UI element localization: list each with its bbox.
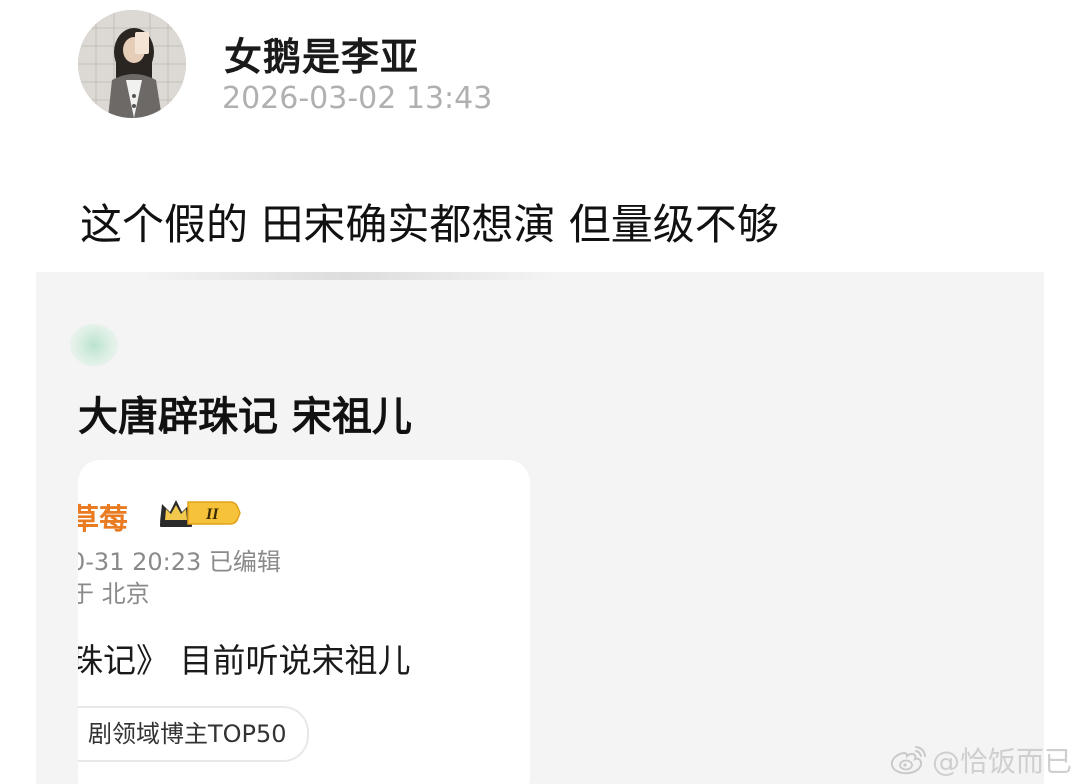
post-timestamp: 2026-03-02 13:43 (222, 81, 493, 116)
quoted-author-name[interactable]: 草莓 (78, 496, 128, 538)
crown-badge-icon: II (160, 500, 241, 527)
weibo-icon (890, 746, 926, 775)
avatar[interactable] (78, 10, 186, 118)
quoted-post-location: 于 北京 (78, 580, 150, 608)
blogger-rank-tag[interactable]: 剧领域博主TOP50 (78, 706, 309, 762)
weibo-post-screen: 女鹅是李亚 2026-03-02 13:43 这个假的 田宋确实都想演 但量级不… (0, 0, 1080, 784)
blurred-green-icon (70, 324, 118, 366)
username[interactable]: 女鹅是李亚 (224, 26, 419, 81)
embedded-screenshot[interactable]: 大唐辟珠记 宋祖儿 草莓 II 0-31 20:23 已编辑 于 北京 珠记》 … (36, 272, 1044, 784)
blurred-divider (136, 272, 556, 280)
quoted-post-meta: 0-31 20:23 已编辑 (78, 548, 281, 576)
badge-level-text: II (205, 506, 219, 523)
post-body-text: 这个假的 田宋确实都想演 但量级不够 (80, 200, 779, 249)
avatar-photo-icon (78, 10, 186, 118)
watermark-handle: @恰饭而已 (932, 745, 1073, 778)
quoted-post-card[interactable]: 草莓 II 0-31 20:23 已编辑 于 北京 珠记》 目前听说宋祖儿 剧领… (78, 460, 530, 784)
watermark: @恰饭而已 (888, 740, 1072, 780)
quoted-post-text: 珠记》 目前听说宋祖儿 (78, 641, 411, 680)
embedded-title: 大唐辟珠记 宋祖儿 (78, 394, 412, 440)
